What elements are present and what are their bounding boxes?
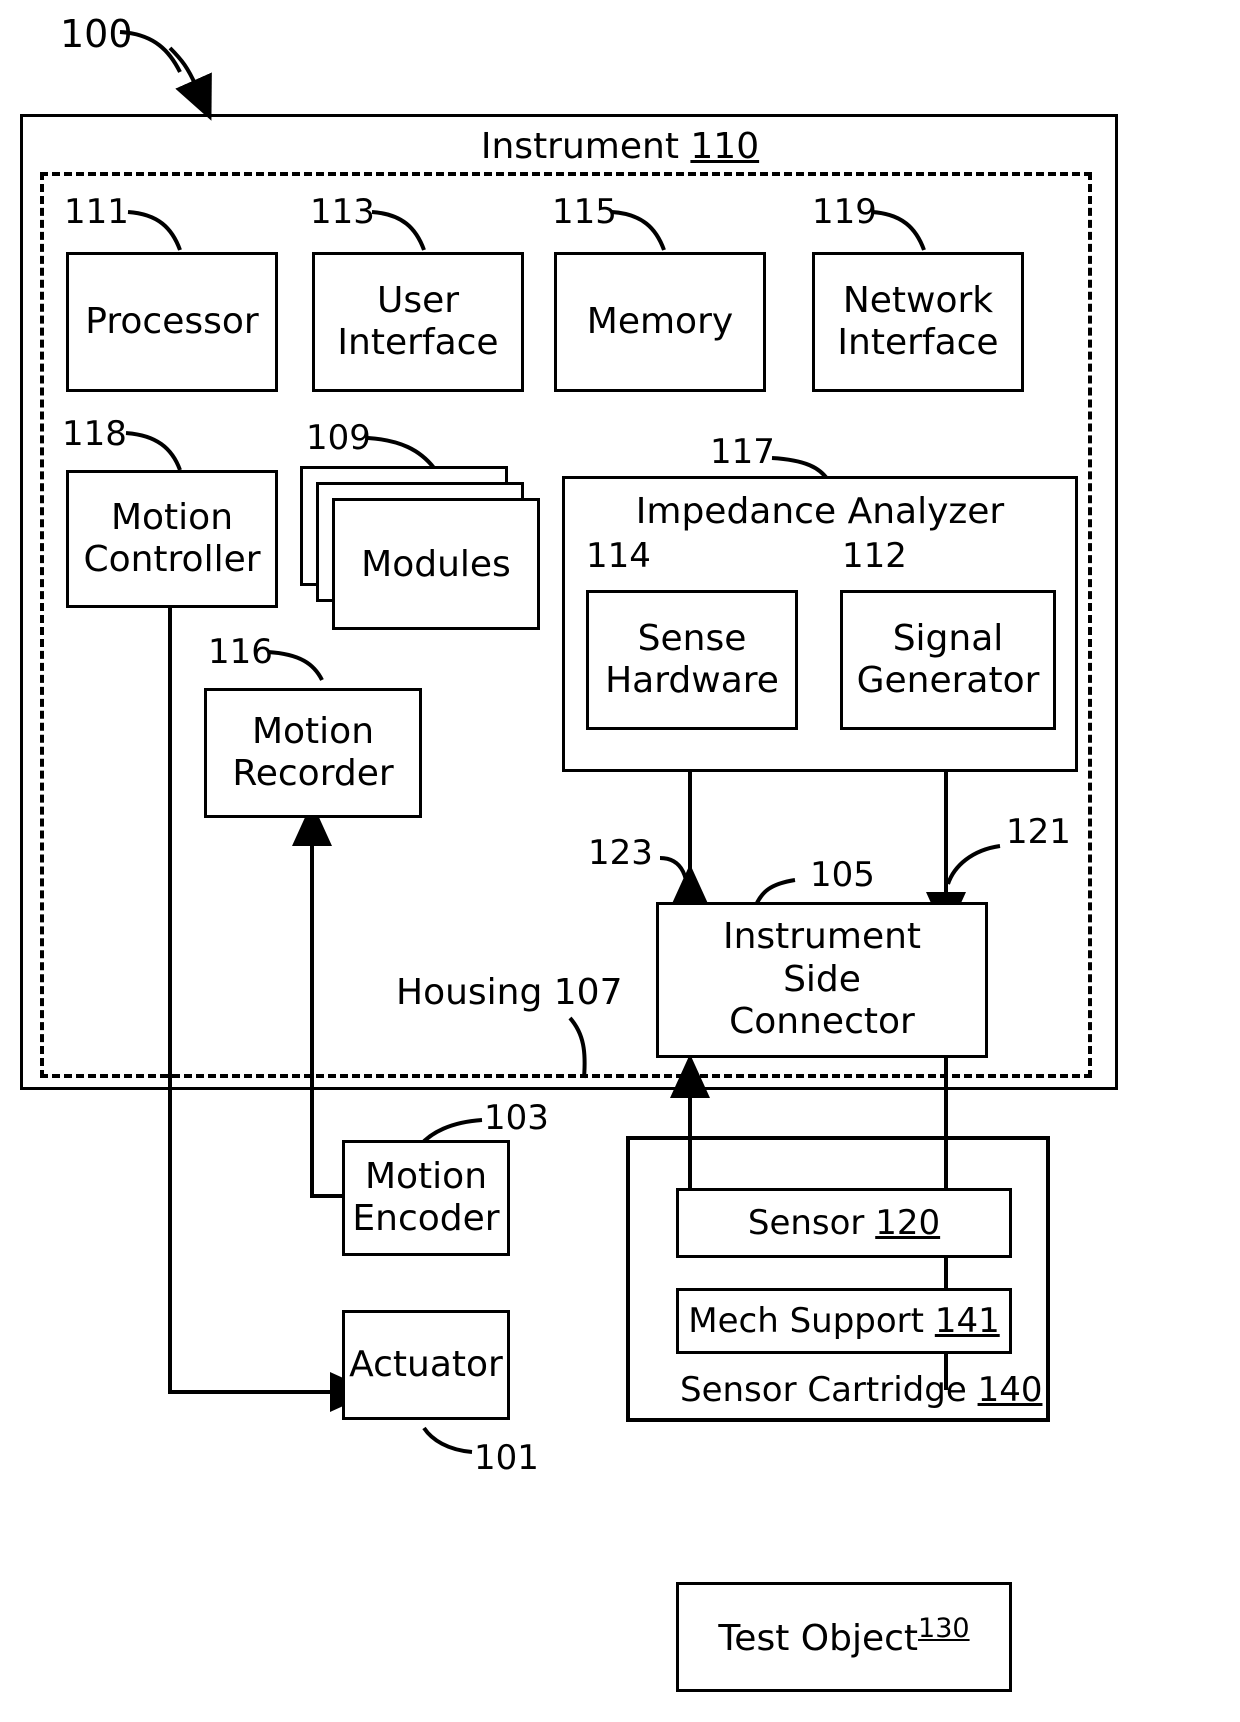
block-user-interface[interactable]: User Interface (312, 252, 524, 392)
block-instrument-side-connector[interactable]: Instrument Side Connector (656, 902, 988, 1058)
patent-figure: Instrument 110 100 111 Processor 113 Use… (0, 0, 1240, 1722)
isc-line3: Connector (729, 1001, 915, 1043)
block-test-object[interactable]: Test Object130 (676, 1582, 1012, 1692)
block-sensor[interactable]: Sensor 120 (676, 1188, 1012, 1258)
ref-101: 101 (474, 1438, 539, 1478)
block-processor[interactable]: Processor (66, 252, 278, 392)
user-interface-line2: Interface (337, 322, 499, 363)
sense-hardware-line1: Sense (637, 617, 747, 659)
instrument-title-ref: 110 (690, 126, 760, 167)
block-actuator[interactable]: Actuator (342, 1310, 510, 1420)
isc-line2: Side (783, 958, 861, 1000)
modules-sheet-front: Modules (332, 498, 540, 630)
ref-115: 115 (552, 192, 617, 232)
block-modules[interactable]: Modules (300, 466, 540, 632)
block-network-interface[interactable]: Network Interface (812, 252, 1024, 392)
sense-hardware-line2: Hardware (605, 660, 779, 701)
sensor-cartridge-ref: 140 (977, 1370, 1043, 1410)
block-mech-support[interactable]: Mech Support 141 (676, 1288, 1012, 1354)
block-motion-controller[interactable]: Motion Controller (66, 470, 278, 608)
figure-ref-100: 100 (60, 12, 133, 56)
modules-label: Modules (361, 543, 511, 585)
block-signal-generator[interactable]: Signal Generator (840, 590, 1056, 730)
ref-118: 118 (62, 414, 127, 454)
signal-generator-line2: Generator (856, 660, 1040, 701)
ref-112: 112 (842, 536, 907, 576)
instrument-title: Instrument 110 (0, 126, 1240, 167)
ref-109: 109 (306, 418, 371, 458)
motion-recorder-line2: Recorder (232, 753, 394, 794)
mech-support-ref: 141 (934, 1300, 1000, 1341)
ref-111: 111 (64, 192, 129, 232)
network-interface-line2: Interface (837, 322, 999, 363)
test-object-ref: 130 (918, 1613, 970, 1645)
sensor-ref: 120 (875, 1202, 941, 1243)
ref-113: 113 (310, 192, 375, 232)
housing-label: Housing 107 (396, 972, 623, 1013)
block-motion-encoder[interactable]: Motion Encoder (342, 1140, 510, 1256)
block-sense-hardware[interactable]: Sense Hardware (586, 590, 798, 730)
block-memory[interactable]: Memory (554, 252, 766, 392)
ref-117: 117 (710, 432, 775, 472)
signal-generator-line1: Signal (892, 617, 1004, 659)
user-interface-line1: User (376, 279, 460, 321)
ref-121: 121 (1006, 812, 1071, 852)
instrument-title-text: Instrument (480, 126, 679, 167)
test-object-label: Test Object (718, 1618, 919, 1660)
impedance-analyzer-title: Impedance Analyzer (635, 491, 1005, 532)
ref-116: 116 (208, 632, 273, 672)
motion-encoder-line1: Motion (364, 1155, 488, 1197)
motion-controller-line1: Motion (110, 496, 234, 538)
mech-support-label: Mech Support (688, 1300, 935, 1341)
ref-105: 105 (810, 855, 875, 895)
network-interface-line1: Network (842, 279, 994, 321)
sensor-cartridge-label: Sensor Cartridge 140 (680, 1370, 1043, 1410)
block-motion-recorder[interactable]: Motion Recorder (204, 688, 422, 818)
ref-123: 123 (588, 833, 653, 873)
motion-recorder-line1: Motion (251, 710, 375, 752)
motion-controller-line2: Controller (83, 539, 261, 580)
isc-line1: Instrument (722, 916, 922, 958)
ref-114: 114 (586, 536, 651, 576)
ref-119: 119 (812, 192, 877, 232)
ref-103: 103 (484, 1098, 549, 1138)
motion-encoder-line2: Encoder (352, 1198, 500, 1239)
sensor-label: Sensor (747, 1202, 876, 1243)
